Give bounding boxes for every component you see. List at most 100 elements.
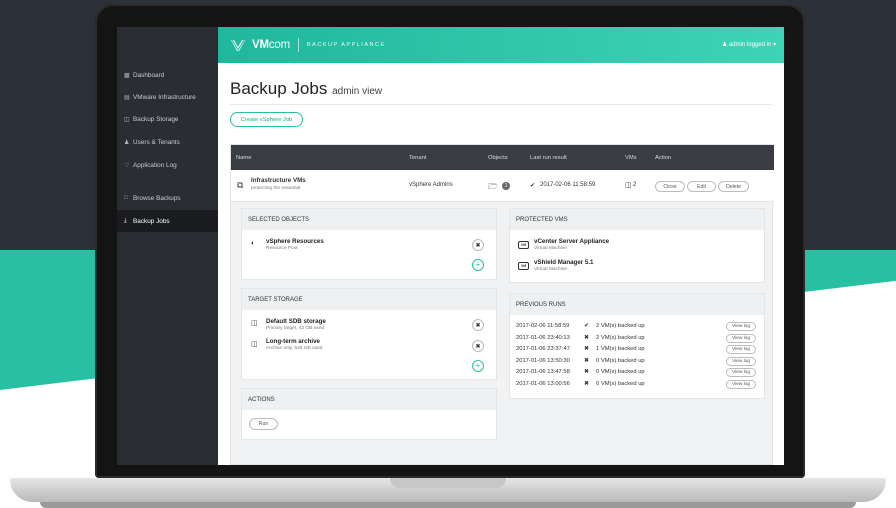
page-title: Backup Jobs admin view (230, 79, 382, 99)
sidebar-item-application-log[interactable]: ♡ Application Log (117, 154, 218, 176)
view-log-button[interactable]: View log (726, 322, 756, 331)
download-icon: ⤓ (124, 217, 127, 224)
sidebar-item-label: Dashboard (133, 71, 165, 79)
storage-name: Default SDB storage (266, 318, 326, 325)
column-header-name[interactable]: Name (236, 155, 251, 161)
sidebar-item-label: Backup Jobs (133, 217, 170, 225)
table-row[interactable]: ⧉ Infrastructure VMs protecting the esse… (231, 170, 774, 202)
sidebar-item-vmware-infrastructure[interactable]: ▤ VMware Infrastructure (117, 86, 218, 108)
target-storage-heading: TARGET STORAGE (242, 289, 496, 310)
heart-icon: ♡ (124, 162, 130, 169)
run-row: 2017-01-06 23:37:47 ✖ 1 VM(s) backed up Vie… (516, 345, 756, 356)
edit-button[interactable]: Edit (687, 181, 716, 192)
run-result: 2 VM(s) backed up (596, 334, 645, 341)
sidebar-item-browse-backups[interactable]: □ Browse Backups (117, 187, 218, 209)
run-button[interactable]: Run (249, 418, 278, 430)
jobs-table: Name Tenant Objects Last run result VMs … (230, 144, 774, 465)
add-icon[interactable]: + (472, 259, 484, 271)
list-icon: ▤ (124, 94, 130, 101)
sidebar-item-label: Users & Tenants (133, 138, 180, 146)
vm-name: vCenter Server Appliance (534, 238, 610, 245)
actions-heading: ACTIONS (242, 389, 496, 410)
top-bar: VMcom BACKUP APPLIANCE ♟ admin logged in… (218, 27, 784, 63)
laptop-notch (390, 478, 506, 488)
cross-icon: ✖ (584, 357, 589, 364)
run-result: 0 VM(s) backed up (596, 369, 645, 375)
page-subtitle: admin view (332, 86, 383, 97)
check-icon: ✔ (584, 323, 589, 329)
user-menu-label: admin logged in (728, 42, 772, 48)
column-header-action[interactable]: Action (655, 155, 671, 161)
sidebar-item-dashboard[interactable]: ▩ Dashboard (117, 64, 218, 86)
divider (230, 104, 772, 105)
remove-icon[interactable]: ✖ (472, 319, 484, 331)
page-title-text: Backup Jobs (230, 79, 328, 98)
sidebar: ▩ Dashboard ▤ VMware Infrastructure ◫ Ba… (117, 27, 218, 465)
view-log-button[interactable]: View log (726, 345, 756, 354)
sidebar-item-backup-storage[interactable]: ◫ Backup Storage (117, 108, 218, 130)
run-time: 2017-02-06 11:58:59 (516, 323, 570, 329)
previous-runs-panel: PREVIOUS RUNS 2017-02-06 11:58:59 ✔ 2 VM(s… (509, 293, 765, 399)
protected-vms-heading: PROTECTED VMS (510, 209, 764, 230)
delete-button[interactable]: Delete (718, 181, 749, 192)
cross-icon: ✖ (584, 369, 589, 375)
vm-type: Virtual Machine (534, 246, 567, 251)
job-description: protecting the essential (251, 186, 301, 191)
sidebar-item-backup-jobs[interactable]: ⤓ Backup Jobs (117, 210, 218, 232)
sidebar-item-label: Browse Backups (133, 194, 181, 202)
run-result: 2 VM(s) backed up (596, 323, 645, 329)
browse-icon: □ (124, 195, 128, 201)
add-icon[interactable]: + (472, 360, 484, 372)
sidebar-item-users-tenants[interactable]: ♟ Users & Tenants (117, 131, 218, 153)
run-row: 2017-01-06 13:47:58 ✖ 0 VM(s) backed up Vie… (516, 368, 756, 379)
sidebar-item-label: Backup Storage (133, 115, 179, 123)
remove-icon[interactable]: ✖ (472, 340, 484, 352)
run-time: 2017-01-06 13:50:30 (516, 357, 570, 364)
column-header-tenant[interactable]: Tenant (409, 155, 426, 161)
selected-objects-panel: SELECTED OBJECTS ◐ vSphere Resources Res… (241, 208, 497, 280)
job-icon: ⧉ (237, 180, 244, 190)
storage-detail: Primary target, 42 GB used (266, 326, 325, 331)
users-icon: ♟ (124, 139, 130, 146)
brand-prefix: VM (252, 39, 269, 51)
column-header-vms[interactable]: VMs (625, 155, 637, 161)
caret-down-icon: ▾ (772, 42, 776, 48)
app-screen: ▩ Dashboard ▤ VMware Infrastructure ◫ Ba… (117, 27, 784, 465)
previous-runs-heading: PREVIOUS RUNS (510, 294, 764, 315)
dashboard-icon: ▩ (124, 72, 130, 79)
storage-icon: ◫ (124, 116, 130, 123)
user-icon: ♟ (721, 42, 728, 48)
logo-divider (298, 38, 299, 52)
database-icon: ◫ (251, 341, 258, 348)
run-result: 1 VM(s) backed up (596, 346, 645, 352)
view-log-button[interactable]: View log (726, 356, 756, 366)
run-row: 2017-01-06 13:00:56 ✖ 0 VM(s) backed up Vie… (516, 379, 756, 391)
selected-objects-heading: SELECTED OBJECTS (242, 209, 496, 230)
logo-icon (230, 38, 246, 52)
view-log-button[interactable]: View log (726, 333, 756, 343)
vm-type: Virtual Machine (534, 267, 567, 272)
column-header-objects[interactable]: Objects (488, 155, 508, 161)
target-storage-panel: TARGET STORAGE ◫ Default SDB storage Pri… (241, 288, 497, 380)
table-header: Name Tenant Objects Last run result VMs … (231, 145, 774, 170)
cross-icon: ✖ (584, 334, 589, 341)
job-tenant: vSphere Admins (409, 182, 453, 188)
vm-name: vShield Manager 5.1 (534, 259, 594, 266)
close-button[interactable]: Close (655, 181, 685, 192)
user-menu[interactable]: ♟ admin logged in ▾ (722, 41, 776, 48)
cross-icon: ✖ (584, 346, 589, 352)
vm-icon: VM (518, 241, 529, 249)
cross-icon: ✖ (584, 380, 589, 387)
folder-icon: 🗁 (488, 182, 498, 191)
view-log-button[interactable]: View log (726, 379, 756, 389)
storage-detail: Archive only, 525 GB used (266, 346, 323, 351)
laptop-foot (40, 502, 856, 508)
remove-icon[interactable]: ✖ (472, 239, 484, 251)
storage-name: Long-term archive (266, 338, 320, 345)
column-header-last-run[interactable]: Last run result (530, 155, 567, 161)
view-log-button[interactable]: View log (726, 368, 756, 377)
actions-panel: ACTIONS Run (241, 388, 497, 440)
run-time: 2017-01-06 23:37:47 (516, 346, 570, 352)
vm-icon: VM (518, 262, 529, 270)
create-vsphere-job-button[interactable]: Create vSphere Job (230, 112, 303, 127)
